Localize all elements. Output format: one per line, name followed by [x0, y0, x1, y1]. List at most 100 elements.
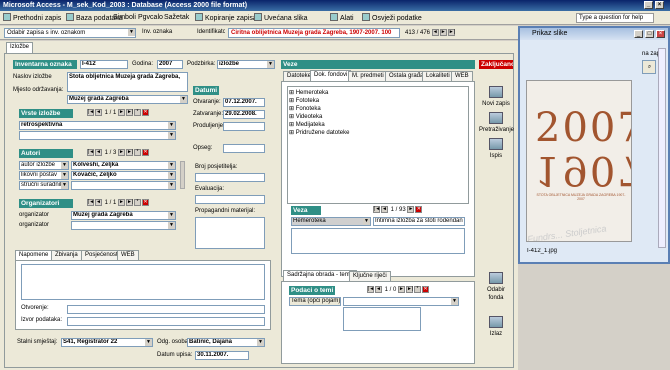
vrste-combo[interactable]: retrospektivna: [19, 121, 176, 130]
first-button[interactable]: |◄: [367, 286, 374, 293]
prev-button[interactable]: ◄: [381, 206, 388, 213]
ispis-button[interactable]: Ispis: [481, 138, 511, 160]
help-input[interactable]: Type a question for help: [576, 13, 654, 23]
tab-m-predmeti[interactable]: M. predmeti: [348, 71, 388, 81]
window-maximize-button[interactable]: □: [645, 30, 654, 38]
tab-web-veze[interactable]: WEB: [451, 71, 473, 81]
tree-item-fonoteka[interactable]: ⊞ Fonoteka: [289, 105, 321, 113]
next-button[interactable]: ►: [118, 149, 126, 156]
otvorenje-field[interactable]: [67, 305, 265, 314]
new-button[interactable]: *: [134, 199, 142, 206]
tree-item-videoteka[interactable]: ⊞ Videoteka: [289, 113, 322, 121]
prev-button[interactable]: ◄: [95, 199, 102, 206]
menu-kopiranje[interactable]: Kopiranje zapisa: [195, 13, 257, 24]
veza-type-combo[interactable]: Hemeroteka: [291, 217, 371, 226]
tab-posjecenost[interactable]: Posjećenost: [81, 250, 122, 260]
prev-button[interactable]: ◄: [375, 286, 382, 293]
last-button[interactable]: ►|: [406, 286, 413, 293]
tab-kljucne-rijeci[interactable]: Ključne riječi: [349, 271, 391, 281]
tab-lokaliteti[interactable]: Lokaliteti: [422, 71, 454, 81]
prev-record-button[interactable]: ◄: [431, 29, 439, 36]
mjesto-combo[interactable]: Muzej grada Zagreba: [67, 95, 188, 104]
tree-item-hemeroteka[interactable]: ⊞ Hemeroteka: [289, 89, 328, 97]
last-button[interactable]: ►|: [126, 109, 133, 116]
next-button[interactable]: ►: [118, 109, 126, 116]
propag-field[interactable]: [195, 217, 265, 249]
menu-uvecana[interactable]: Uvećana slika: [254, 13, 308, 24]
image-scrollbar[interactable]: [658, 48, 666, 248]
smjestaj-combo[interactable]: S41, Registrator 22: [61, 338, 153, 347]
next-button[interactable]: ►: [407, 206, 415, 213]
org-name-combo[interactable]: [71, 221, 176, 230]
menu-prethodni[interactable]: Prethodni zapis: [3, 13, 61, 24]
izlaz-button[interactable]: Izlaz: [481, 316, 511, 338]
veza-notes-field[interactable]: [291, 228, 465, 254]
menu-osvjezi[interactable]: Osvježi podatke: [362, 13, 422, 24]
autor-name-combo[interactable]: Kovačić, Željko: [71, 171, 176, 180]
tab-web[interactable]: WEB: [117, 250, 139, 260]
autor-role-combo[interactable]: autor izložbe: [19, 161, 69, 170]
tema-combo[interactable]: [343, 297, 459, 306]
odabir-fonda-button[interactable]: Odabir fonda: [479, 272, 513, 302]
menu-sazetak[interactable]: Sažetak: [164, 13, 189, 23]
menu-pgvcalo[interactable]: Pgvcalo: [138, 13, 163, 23]
tab-dok-fondovi[interactable]: Dok. fondovi: [310, 70, 352, 81]
window-minimize-button[interactable]: _: [634, 30, 643, 38]
next-button[interactable]: ►: [398, 286, 406, 293]
tab-izlozbe[interactable]: Izložbe: [6, 42, 34, 53]
novi-zapis-button[interactable]: Novi zapis: [481, 86, 511, 108]
autor-name-combo[interactable]: [71, 181, 176, 190]
minimize-button[interactable]: _: [644, 1, 653, 9]
window-close-button[interactable]: ×: [656, 30, 665, 38]
last-record-button[interactable]: ►|: [447, 29, 455, 36]
delete-button[interactable]: ✕: [142, 199, 150, 206]
delete-button[interactable]: ✕: [142, 109, 150, 116]
izvor-field[interactable]: [67, 317, 265, 326]
veza-value-field[interactable]: Intimna izložba za stoti rođendan: [373, 217, 465, 226]
new-button[interactable]: *: [134, 109, 142, 116]
first-button[interactable]: |◄: [87, 199, 94, 206]
tab-zbivanja[interactable]: Zbivanja: [51, 250, 82, 260]
vrste-combo-empty[interactable]: [19, 131, 176, 140]
next-button[interactable]: ►: [118, 199, 126, 206]
godina-field[interactable]: 2007: [157, 60, 183, 69]
inv-field[interactable]: I-412: [80, 60, 128, 69]
tema-notes-field[interactable]: [343, 307, 421, 331]
evaluacija-field[interactable]: [195, 195, 265, 204]
first-button[interactable]: |◄: [87, 149, 94, 156]
new-button[interactable]: *: [414, 286, 422, 293]
menu-alati[interactable]: Alati: [330, 13, 354, 24]
delete-button[interactable]: ✕: [422, 286, 430, 293]
autor-role-combo[interactable]: stručni suradnik: [19, 181, 69, 190]
close-button[interactable]: ×: [655, 1, 664, 9]
tab-ostala-grada[interactable]: Ostala građa: [385, 71, 428, 81]
autor-name-combo[interactable]: Kolveshi, Željka: [71, 161, 176, 170]
last-button[interactable]: ►|: [126, 149, 133, 156]
zatvaranje-field[interactable]: 29.02.2008.: [223, 110, 265, 119]
produljenje-field[interactable]: [223, 122, 265, 131]
delete-button[interactable]: ✕: [142, 149, 150, 156]
record-select-combo[interactable]: Odabir zapisa s inv. oznakom: [4, 28, 136, 38]
napomene-field[interactable]: [21, 264, 265, 300]
odg-combo[interactable]: Batinić, Dajana: [187, 338, 265, 347]
autori-scrollbar[interactable]: [180, 161, 185, 189]
autor-role-combo[interactable]: likovni postav: [19, 171, 69, 180]
delete-button[interactable]: ✕: [415, 206, 423, 213]
otvaranje-field[interactable]: 07.12.2007.: [223, 98, 265, 107]
new-button[interactable]: *: [134, 149, 142, 156]
pretrazivanje-button[interactable]: Pretraživanje: [479, 112, 514, 134]
naslov-field[interactable]: Stota obljetnica Muzeja grada Zagreba,: [67, 72, 188, 92]
org-name-combo[interactable]: Muzej grada Zagreba: [71, 211, 176, 220]
last-button[interactable]: ►|: [126, 199, 133, 206]
prev-button[interactable]: ◄: [95, 109, 102, 116]
first-button[interactable]: |◄: [87, 109, 94, 116]
opseg-field[interactable]: [223, 144, 265, 153]
datum-field[interactable]: 30.11.2007.: [195, 351, 249, 360]
prev-button[interactable]: ◄: [95, 149, 102, 156]
posjetitelja-field[interactable]: [195, 173, 265, 182]
menu-simboli[interactable]: Simboli: [113, 13, 136, 23]
tree-item-medijateka[interactable]: ⊞ Medijateka: [289, 121, 325, 129]
inv-oznaka-check[interactable]: Inv. oznaka: [140, 28, 190, 38]
tree-item-pridruzene[interactable]: ⊞ Pridružene datoteke: [289, 129, 349, 137]
zoom-icon[interactable]: ⌕: [642, 60, 656, 74]
